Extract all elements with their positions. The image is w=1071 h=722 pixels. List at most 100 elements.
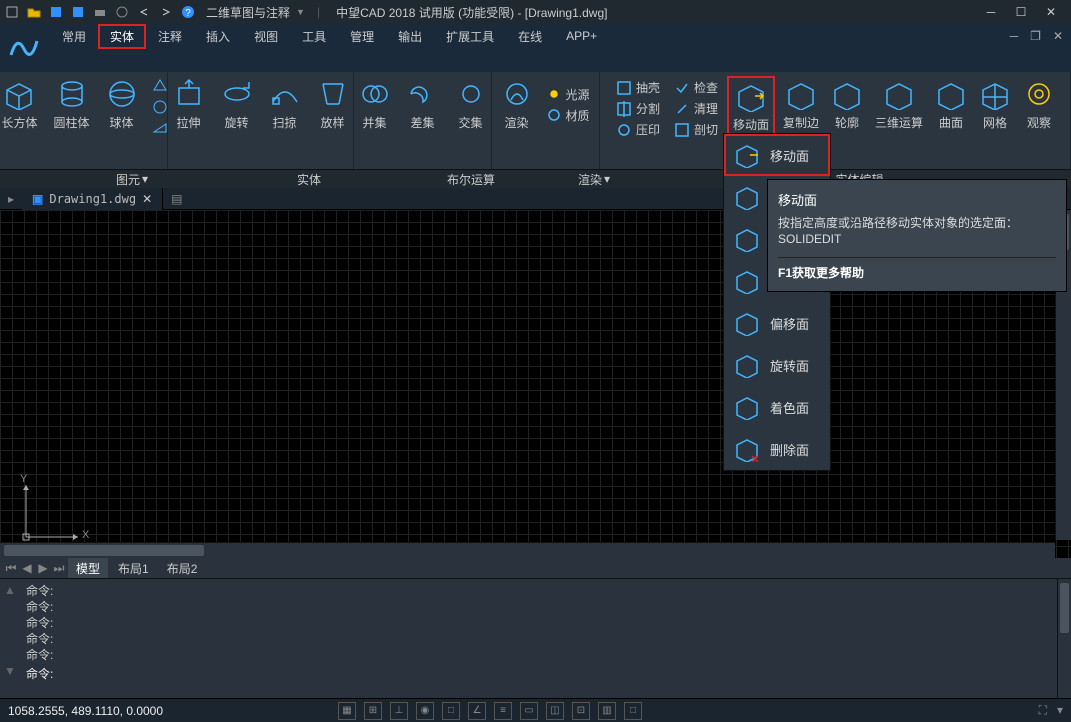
copy-edge-button[interactable]: 复制边 xyxy=(779,76,823,141)
workspace-arrow-icon[interactable]: ▼ xyxy=(296,7,305,17)
qat-redo-icon[interactable] xyxy=(158,4,174,20)
observe-button[interactable]: 观察 xyxy=(1019,76,1059,141)
revolve-button[interactable]: 旋转 xyxy=(217,76,257,133)
tab-annotate[interactable]: 注释 xyxy=(146,24,194,49)
doc-tab-arrow-icon[interactable]: ▸ xyxy=(0,192,22,206)
light-button[interactable]: 光源 xyxy=(543,85,593,104)
layout-prev-icon[interactable]: ◀ xyxy=(20,561,34,575)
extrude-button[interactable]: 拉伸 xyxy=(169,76,209,133)
extra-toggle[interactable]: □ xyxy=(624,702,642,720)
doc-tab-close-icon[interactable]: ✕ xyxy=(142,192,152,206)
sphere-button[interactable]: 球体 xyxy=(102,76,142,141)
command-window[interactable]: ▲ ▼ 命令: 命令: 命令: 命令: 命令: 命令: xyxy=(0,578,1071,698)
qat-save-icon[interactable] xyxy=(48,4,64,20)
tab-model[interactable]: 模型 xyxy=(68,558,108,579)
cycle-toggle[interactable]: ◫ xyxy=(546,702,564,720)
mesh-button[interactable]: 网格 xyxy=(975,76,1015,141)
cmd-scroll-v[interactable] xyxy=(1057,579,1071,698)
tab-online[interactable]: 在线 xyxy=(506,24,554,49)
sweep-label: 扫掠 xyxy=(272,114,296,131)
canvas-scroll-h[interactable] xyxy=(0,542,1055,558)
dd-offset-face[interactable]: 偏移面 xyxy=(724,302,830,344)
dd-delete-face-label: 删除面 xyxy=(770,440,809,459)
tab-layout1[interactable]: 布局1 xyxy=(110,558,157,579)
qat-new-icon[interactable] xyxy=(4,4,20,20)
polar-toggle[interactable]: ◉ xyxy=(416,702,434,720)
lineweight-toggle[interactable]: ≡ xyxy=(494,702,512,720)
box-label: 长方体 xyxy=(1,114,37,131)
silhouette-button[interactable]: 轮廓 xyxy=(827,76,867,141)
tab-insert[interactable]: 插入 xyxy=(194,24,242,49)
qat-print-icon[interactable] xyxy=(92,4,108,20)
qat-preview-icon[interactable] xyxy=(114,4,130,20)
cylinder-button[interactable]: 圆柱体 xyxy=(50,76,94,141)
qat-help-icon[interactable]: ? xyxy=(180,4,196,20)
dd-color-face[interactable]: 着色面 xyxy=(724,386,830,428)
imprint-button[interactable]: 压印 xyxy=(613,120,663,139)
torus-icon[interactable] xyxy=(152,99,168,118)
subtract-button[interactable]: 差集 xyxy=(403,76,443,133)
doc-minimize-button[interactable]: ─ xyxy=(1010,29,1019,43)
maximize-button[interactable]: ☐ xyxy=(1013,5,1029,19)
dd-delete-face[interactable]: 删除面 xyxy=(724,428,830,470)
wedge-icon[interactable] xyxy=(152,120,168,139)
doc-restore-button[interactable]: ❐ xyxy=(1030,29,1041,43)
doc-tab[interactable]: ▣ Drawing1.dwg ✕ xyxy=(22,188,163,210)
dynmode-toggle[interactable]: ▭ xyxy=(520,702,538,720)
tab-layout2[interactable]: 布局2 xyxy=(159,558,206,579)
tab-view[interactable]: 视图 xyxy=(242,24,290,49)
clean-button[interactable]: 清理 xyxy=(671,99,721,118)
ribbon: 长方体 圆柱体 球体 拉伸 旋转 xyxy=(0,72,1071,170)
intersect-button[interactable]: 交集 xyxy=(451,76,491,133)
dd-move-face[interactable]: 移动面 xyxy=(724,134,830,176)
command-input[interactable]: 命令: xyxy=(26,663,1063,681)
layout-last-icon[interactable]: ⏭ xyxy=(52,561,66,576)
snap-toggle[interactable]: ▦ xyxy=(338,702,356,720)
tab-manage[interactable]: 管理 xyxy=(338,24,386,49)
tab-ext[interactable]: 扩展工具 xyxy=(434,24,506,49)
tab-common[interactable]: 常用 xyxy=(50,24,98,49)
ortho-toggle[interactable]: ⊥ xyxy=(390,702,408,720)
grid-toggle[interactable]: ⊞ xyxy=(364,702,382,720)
workspace-dropdown[interactable]: 二维草图与注释 xyxy=(206,4,290,21)
tab-tools[interactable]: 工具 xyxy=(290,24,338,49)
app-logo[interactable] xyxy=(0,24,48,72)
layout-first-icon[interactable]: ⏮ xyxy=(4,561,18,576)
sweep-button[interactable]: 扫掠 xyxy=(265,76,305,133)
new-doc-tab-icon[interactable]: ▤ xyxy=(163,192,190,206)
dyn-input-toggle[interactable]: ⊡ xyxy=(572,702,590,720)
move-face-button[interactable]: 移动面 xyxy=(727,76,775,141)
layout-next-icon[interactable]: ▶ xyxy=(36,561,50,575)
union-button[interactable]: 并集 xyxy=(355,76,395,133)
tab-app[interactable]: APP+ xyxy=(554,25,609,47)
dd-rotate-face[interactable]: 旋转面 xyxy=(724,344,830,386)
box-button[interactable]: 长方体 xyxy=(0,76,42,141)
slice-button[interactable]: 分割 xyxy=(613,99,663,118)
shell-button[interactable]: 抽壳 xyxy=(613,78,663,97)
3d-op-label: 三维运算 xyxy=(875,114,923,131)
cone-icon[interactable] xyxy=(152,78,168,97)
material-button[interactable]: 材质 xyxy=(543,106,593,125)
section-button[interactable]: 剖切 xyxy=(671,120,721,139)
cmd-scroll-up-icon[interactable]: ▲ xyxy=(4,583,16,597)
loft-button[interactable]: 放样 xyxy=(313,76,353,133)
close-button[interactable]: ✕ xyxy=(1043,5,1059,19)
check-button[interactable]: 检查 xyxy=(671,78,721,97)
model-toggle[interactable]: ▥ xyxy=(598,702,616,720)
tab-output[interactable]: 输出 xyxy=(386,24,434,49)
otrack-toggle[interactable]: ∠ xyxy=(468,702,486,720)
settings-arrow-icon[interactable]: ▾ xyxy=(1057,703,1063,718)
doc-close-button[interactable]: ✕ xyxy=(1053,29,1063,43)
qat-undo-icon[interactable] xyxy=(136,4,152,20)
osnap-toggle[interactable]: □ xyxy=(442,702,460,720)
minimize-button[interactable]: ─ xyxy=(983,5,999,19)
3d-op-button[interactable]: 三维运算 xyxy=(871,76,927,141)
surface-button[interactable]: 曲面 xyxy=(931,76,971,141)
tab-solid[interactable]: 实体 xyxy=(98,24,146,49)
fullscreen-icon[interactable]: ⛶ xyxy=(1039,703,1047,718)
qat-open-icon[interactable] xyxy=(26,4,42,20)
render-button[interactable]: 渲染 xyxy=(497,76,537,133)
cmd-scroll-down-icon[interactable]: ▼ xyxy=(4,664,16,678)
qat-saveas-icon[interactable] xyxy=(70,4,86,20)
cmd-history-line: 命令: xyxy=(26,583,1063,599)
